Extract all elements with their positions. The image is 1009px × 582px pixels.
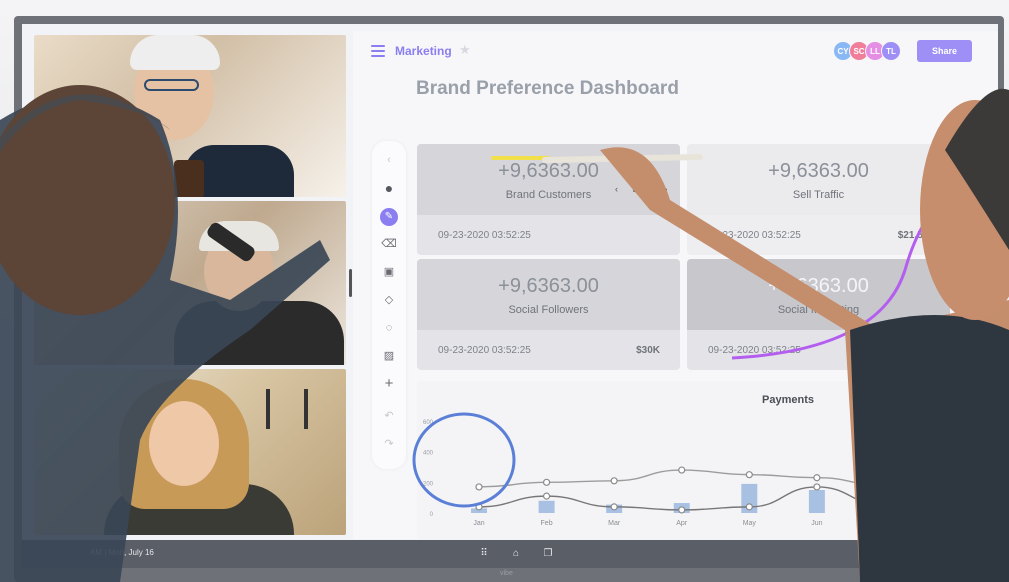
pen-icon-glyph: ✎ bbox=[380, 208, 398, 226]
card-amount: $21.5K bbox=[897, 230, 930, 241]
x-tick-label: Apr bbox=[676, 520, 688, 527]
lasso-icon[interactable]: ◌ bbox=[372, 319, 406, 337]
pager-text: 3 / 5 bbox=[632, 184, 651, 194]
person-hair bbox=[199, 221, 279, 251]
coffee-cup bbox=[174, 160, 204, 197]
card-label: Social Marketing bbox=[777, 304, 860, 316]
person-face bbox=[149, 401, 219, 486]
taskbar-clock: AM | Mon, July 16 bbox=[90, 548, 154, 557]
split-divider-handle[interactable] bbox=[349, 269, 352, 297]
card-label: Social Followers bbox=[508, 304, 589, 316]
card-date: 09-23-2020 03:52:25 bbox=[708, 345, 801, 356]
card-value: +9,6363.00 bbox=[498, 160, 599, 182]
chart-point bbox=[813, 483, 821, 491]
glasses-icon bbox=[144, 79, 199, 91]
card-label: Sell Traffic bbox=[792, 189, 845, 201]
chart-point bbox=[475, 503, 483, 511]
card-date: 09-23-2020 03:52:25 bbox=[438, 345, 531, 356]
video-tile-3[interactable] bbox=[34, 369, 346, 535]
chart-point bbox=[610, 477, 618, 485]
display-screen: Marketing ★ CY SC LL TL Share Brand Pref… bbox=[22, 24, 998, 568]
stat-card-brand-customers[interactable]: +9,6363.00 Brand Customers 09-23-2020 03… bbox=[417, 144, 680, 255]
card-value: +9,6363.00 bbox=[768, 275, 869, 297]
pager-next-button[interactable]: › bbox=[665, 184, 668, 194]
home-icon[interactable]: ⌂ bbox=[508, 546, 524, 562]
card-amount: $30K bbox=[636, 345, 660, 356]
share-button[interactable]: Share bbox=[917, 40, 972, 62]
add-icon[interactable]: + bbox=[372, 375, 406, 393]
chart-point bbox=[880, 501, 889, 509]
app-title: Marketing bbox=[395, 44, 452, 58]
stat-card-sell-traffic[interactable]: +9,6363.00 Sell Traffic 09-23-2020 03:52… bbox=[687, 144, 950, 255]
person-body bbox=[174, 301, 344, 365]
chart-point bbox=[745, 503, 753, 511]
card-value: +9,6363.00 bbox=[498, 275, 599, 297]
x-tick-label: May bbox=[743, 520, 757, 527]
chart-point bbox=[678, 506, 686, 514]
card-value: +9,6363.00 bbox=[768, 160, 869, 182]
chart-point bbox=[813, 474, 821, 482]
eraser-icon[interactable]: ⌫ bbox=[372, 235, 406, 253]
avatar[interactable]: TL bbox=[881, 41, 901, 61]
pen-icon[interactable]: ✎ bbox=[372, 207, 406, 226]
video-tile-2[interactable] bbox=[34, 201, 346, 365]
page-title: Brand Preference Dashboard bbox=[416, 78, 679, 99]
payments-chart: 600 400 200 0 Jan Feb Mar Apr May Jun Jul bbox=[423, 420, 893, 527]
card-date: 09-23-2020 03:52:25 bbox=[438, 230, 531, 241]
y-tick-label: 400 bbox=[423, 451, 434, 457]
x-tick-label: Jun bbox=[811, 520, 822, 527]
chart-point bbox=[678, 466, 686, 474]
chart-point bbox=[475, 483, 483, 491]
x-tick-label: Feb bbox=[541, 520, 553, 527]
menu-icon[interactable] bbox=[371, 45, 385, 57]
stat-card-social-followers[interactable]: +9,6363.00 Social Followers 09-23-2020 0… bbox=[417, 259, 680, 370]
payments-chart-panel: Payments 600 400 200 0 Jan Feb Mar Apr May Jun Jul bbox=[417, 381, 977, 539]
undo-icon[interactable]: ↶ bbox=[372, 407, 406, 425]
star-icon[interactable]: ★ bbox=[459, 42, 471, 58]
chart-bar bbox=[808, 490, 825, 513]
redo-icon[interactable]: ↷ bbox=[372, 435, 406, 453]
display-brand-logo: vibe bbox=[500, 570, 513, 577]
apps-grid-icon[interactable]: ⠿ bbox=[476, 546, 492, 562]
app-header: Marketing ★ CY SC LL TL Share bbox=[353, 31, 998, 71]
x-tick-label: Jul bbox=[880, 520, 889, 527]
chart-point bbox=[610, 503, 618, 511]
pager: ‹ 3 / 5 › bbox=[615, 184, 668, 194]
y-tick-label: 0 bbox=[430, 512, 434, 518]
person-hair bbox=[130, 35, 220, 70]
wall-hook bbox=[266, 389, 270, 429]
x-tick-label: Jan bbox=[473, 520, 484, 527]
collapse-chevron-icon[interactable]: ‹ bbox=[372, 151, 406, 169]
chart-point bbox=[542, 492, 551, 500]
pager-prev-button[interactable]: ‹ bbox=[615, 184, 618, 194]
shapes-icon[interactable]: ◇ bbox=[372, 291, 406, 309]
layers-icon[interactable]: ▣ bbox=[372, 263, 406, 281]
wall-hook bbox=[304, 389, 308, 429]
drawing-toolbar: ‹ ● ✎ ⌫ ▣ ◇ ◌ ▨ + ↶ ↷ bbox=[372, 141, 406, 469]
texture-icon[interactable]: ▨ bbox=[372, 347, 406, 365]
dashboard-app: Marketing ★ CY SC LL TL Share Brand Pref… bbox=[353, 31, 998, 539]
color-dot-icon[interactable]: ● bbox=[372, 179, 406, 197]
y-tick-label: 200 bbox=[423, 481, 434, 487]
video-tile-1[interactable] bbox=[34, 35, 346, 197]
card-date: 09-23-2020 03:52:25 bbox=[708, 230, 801, 241]
photo-scene: Marketing ★ CY SC LL TL Share Brand Pref… bbox=[0, 0, 1009, 582]
chart-point bbox=[745, 471, 753, 479]
x-tick-label: Mar bbox=[608, 520, 621, 527]
chart-point bbox=[880, 481, 889, 490]
windows-icon[interactable]: ❐ bbox=[540, 546, 556, 562]
stat-card-social-marketing[interactable]: +9,6363.00 Social Marketing 09-23-2020 0… bbox=[687, 259, 950, 370]
y-tick-label: 600 bbox=[423, 420, 434, 426]
chart-bar bbox=[538, 500, 555, 513]
taskbar: AM | Mon, July 16 ⠿ ⌂ ❐ bbox=[22, 540, 998, 568]
chart-point bbox=[542, 478, 551, 486]
